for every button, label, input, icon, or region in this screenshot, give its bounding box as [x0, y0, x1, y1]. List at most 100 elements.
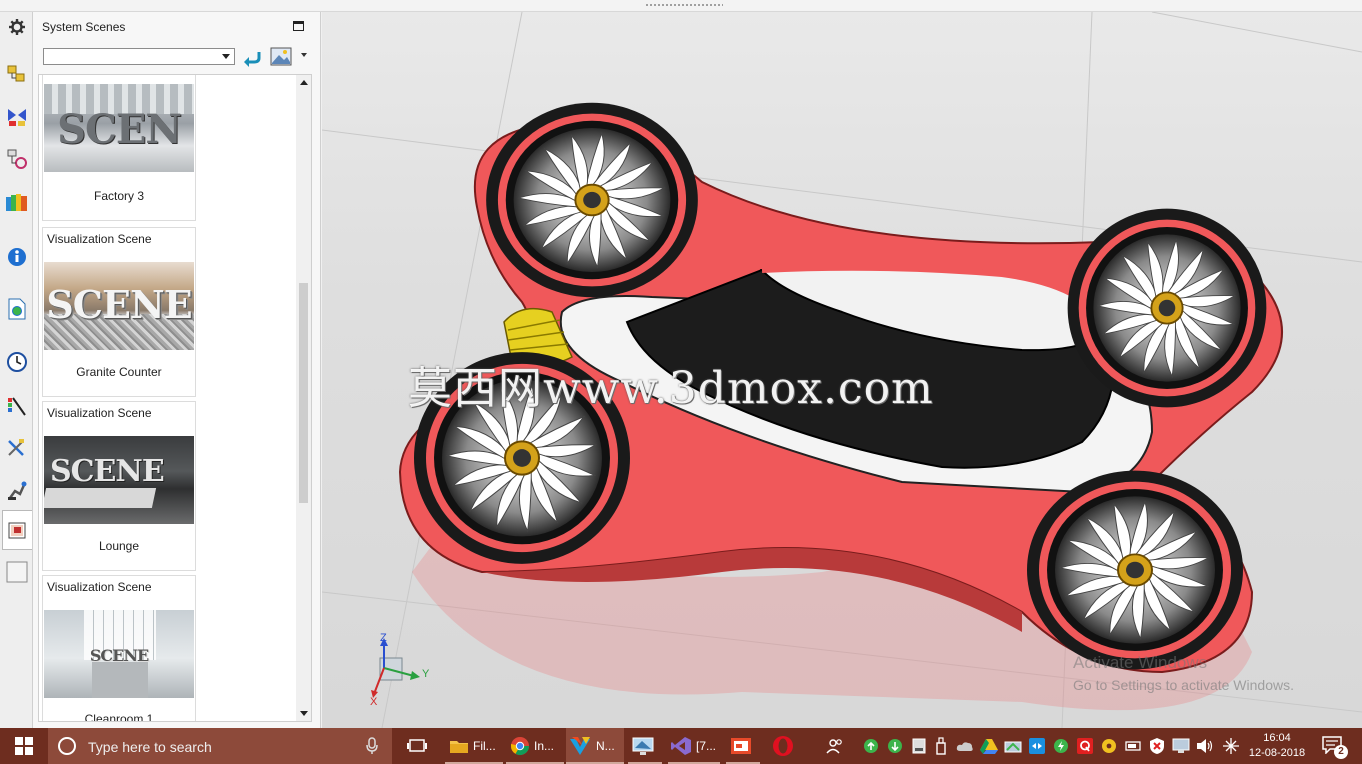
display-icon[interactable] — [1172, 737, 1190, 755]
scene-type: Visualization Scene — [47, 580, 152, 594]
system-scenes-panel: System Scenes SCEN Factory 3 Visualizati… — [33, 12, 321, 728]
update-icon[interactable] — [886, 737, 904, 755]
constraint-navigator-icon[interactable] — [5, 105, 29, 129]
teamviewer-icon[interactable] — [1028, 737, 1046, 755]
scene-name: Factory 3 — [93, 189, 144, 203]
web-browser-icon[interactable] — [5, 297, 29, 321]
assembly-navigator-icon[interactable] — [5, 63, 29, 87]
scene-thumbnail: SCEN — [44, 84, 194, 172]
triad-icon — [371, 638, 420, 698]
axis-y-label: Y — [422, 668, 430, 680]
coordinate-triad: Z Y X — [370, 632, 440, 714]
presentation-icon — [731, 738, 751, 754]
scene-thumbnail: SCENE — [44, 436, 194, 524]
scene-thumbnail: SCENE — [44, 262, 194, 350]
hd3d-info-icon[interactable] — [5, 245, 29, 269]
volume-icon[interactable] — [1196, 737, 1214, 755]
monitor-app-icon — [632, 737, 654, 755]
thumbnail-scene-text: SCENE — [89, 646, 149, 665]
clock-time: 16:04 — [1263, 732, 1291, 744]
manufacturing-wizard-icon[interactable] — [5, 436, 29, 460]
process-studio-icon[interactable] — [5, 394, 29, 418]
microphone-icon — [366, 737, 378, 754]
scene-card-granite-counter[interactable]: Visualization Scene SCENE Granite Counte… — [42, 227, 196, 397]
resize-grip[interactable] — [645, 3, 723, 8]
taskbar-app-label: Fil... — [473, 739, 496, 753]
file-explorer-icon — [450, 741, 468, 753]
action-center-button[interactable]: 2 — [1322, 736, 1348, 759]
people-icon[interactable] — [826, 737, 844, 755]
role-robot-icon[interactable] — [5, 478, 29, 502]
network-map-icon[interactable] — [1004, 737, 1022, 755]
visual-studio-icon — [671, 737, 691, 755]
scroll-down-icon[interactable] — [300, 711, 308, 716]
watermark-text: 莫西网www.3dmox.com — [408, 363, 934, 414]
search-placeholder: Type here to search — [88, 739, 212, 755]
taskbar-app-label: N... — [596, 739, 615, 753]
onedrive-cloud-icon[interactable] — [956, 737, 974, 755]
start-button[interactable] — [0, 728, 48, 764]
system-scenes-tab-icon[interactable] — [2, 510, 32, 550]
windows-taskbar: Type here to search Fil... In... N... [7… — [0, 728, 1362, 764]
view-style-button[interactable] — [270, 46, 294, 68]
scrollbar-thumb[interactable] — [299, 283, 308, 503]
clock-date: 12-08-2018 — [1248, 747, 1306, 759]
taskbar-search-box[interactable]: Type here to search — [48, 728, 392, 764]
thumbnail-scene-text: SCEN — [57, 106, 182, 153]
cortana-circle-icon[interactable] — [58, 737, 76, 755]
battery-network-icon[interactable] — [1124, 737, 1142, 755]
disc-icon[interactable] — [1100, 737, 1118, 755]
scene-thumbnail: SCENE — [44, 610, 194, 698]
scene-name: Cleanroom 1 — [84, 712, 154, 722]
scroll-up-icon[interactable] — [300, 80, 308, 85]
view-style-dropdown-icon[interactable] — [301, 53, 307, 57]
thumbnail-scene-text: SCENE — [46, 282, 192, 327]
language-input-icon[interactable] — [1222, 737, 1240, 755]
resource-bar — [0, 12, 33, 728]
task-view-button[interactable] — [405, 728, 429, 764]
top-resize-bar[interactable] — [0, 0, 1362, 12]
taskbar-app-visual-studio[interactable]: [7... — [668, 728, 720, 764]
security-center-icon[interactable] — [1148, 737, 1166, 755]
green-shield-icon[interactable] — [862, 737, 880, 755]
chrome-icon — [511, 737, 529, 756]
scene-type: Visualization Scene — [47, 232, 152, 246]
empty-palette-icon[interactable] — [5, 560, 29, 584]
taskbar-app-label: In... — [534, 739, 555, 753]
image-view-icon — [270, 47, 292, 66]
taskbar-app-chrome[interactable]: In... — [506, 728, 564, 764]
scene-card-lounge[interactable]: Visualization Scene SCENE Lounge — [42, 401, 196, 571]
activate-windows-subtitle[interactable]: Go to Settings to activate Windows. — [1073, 677, 1294, 693]
q-app-icon[interactable] — [1076, 737, 1094, 755]
settings-gear-icon[interactable] — [5, 15, 29, 39]
storage-icon[interactable] — [910, 737, 928, 755]
panel-title: System Scenes — [42, 20, 126, 34]
power-green-icon[interactable] — [1052, 737, 1070, 755]
scene-name: Granite Counter — [76, 365, 162, 379]
taskbar-app-opera[interactable] — [768, 728, 802, 764]
scene-card-cleanroom-1[interactable]: Visualization Scene SCENE Cleanroom 1 — [42, 575, 196, 722]
drive-sync-icon[interactable] — [980, 737, 998, 755]
scene-list-scrollbar[interactable] — [296, 75, 311, 721]
taskbar-app-file-explorer[interactable]: Fil... — [445, 728, 503, 764]
part-navigator-icon[interactable] — [5, 147, 29, 171]
notification-count-badge: 2 — [1334, 745, 1348, 759]
go-back-button[interactable] — [241, 46, 263, 68]
scene-category-dropdown[interactable] — [43, 48, 235, 65]
system-clock[interactable]: 16:04 12-08-2018 — [1247, 731, 1307, 761]
nx-icon — [570, 737, 590, 755]
taskbar-app-presentation[interactable] — [726, 728, 760, 764]
scene-card-factory-3[interactable]: SCEN Factory 3 — [42, 75, 196, 221]
chevron-down-icon[interactable] — [222, 54, 230, 59]
history-clock-icon[interactable] — [5, 350, 29, 374]
opera-icon — [773, 736, 793, 756]
return-arrow-icon — [244, 52, 261, 67]
axis-z-label: Z — [380, 632, 387, 644]
reuse-library-icon[interactable] — [5, 190, 29, 214]
taskbar-app-nx[interactable]: N... — [566, 728, 624, 764]
axis-x-label: X — [370, 696, 378, 708]
maximize-panel-icon[interactable] — [293, 21, 304, 31]
graphics-viewport[interactable]: 莫西网www.3dmox.com Z Y X Activate Windows … — [322, 12, 1362, 728]
taskbar-app-monitor[interactable] — [628, 728, 662, 764]
usb-drive-icon[interactable] — [932, 737, 950, 755]
